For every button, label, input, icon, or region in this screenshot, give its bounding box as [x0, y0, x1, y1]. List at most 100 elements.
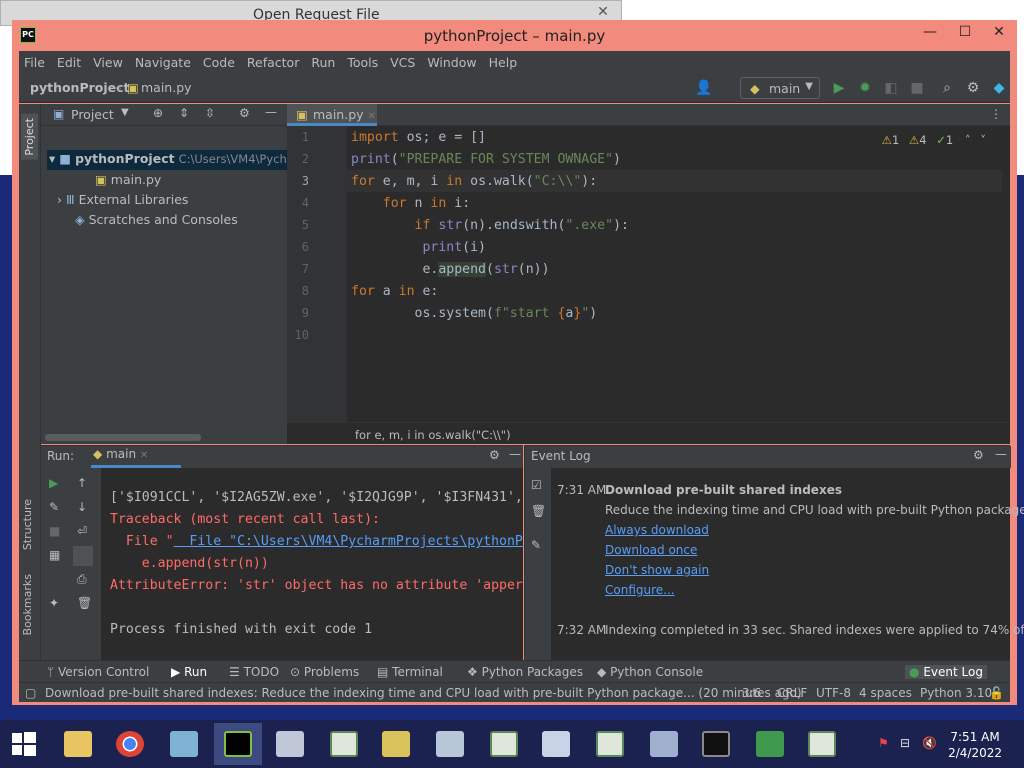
down-arrow-icon[interactable]: ↓	[77, 500, 87, 514]
menu-tools[interactable]: Tools	[347, 55, 378, 70]
line-separator[interactable]: CRLF	[777, 686, 807, 700]
bookmarks-tool-tab[interactable]: Bookmarks	[21, 574, 34, 635]
code-line-2[interactable]: print("PREPARE FOR SYSTEM OWNAGE")	[351, 152, 621, 167]
structure-tool-tab[interactable]: Structure	[21, 499, 34, 550]
code-line-7[interactable]: e.append(str(n))	[351, 262, 550, 277]
taskbar-app-4[interactable]	[746, 723, 794, 765]
tab-python-packages[interactable]: ❖ Python Packages	[467, 665, 583, 679]
breadcrumb-project[interactable]: pythonProject	[30, 80, 130, 95]
gear-icon[interactable]: ⚙	[239, 106, 250, 120]
soft-wrap-icon[interactable]: ⏎	[77, 524, 87, 538]
rerun-icon[interactable]: ▶	[49, 476, 58, 490]
layout-icon[interactable]: ▦	[49, 548, 60, 562]
minimize-button[interactable]: —	[915, 24, 945, 44]
close-button[interactable]: ✕	[984, 24, 1014, 44]
maximize-button[interactable]: ☐	[950, 24, 980, 44]
caret-position[interactable]: 3:6	[742, 686, 761, 700]
tab-main-py[interactable]: ▣ main.py ✕	[287, 104, 377, 126]
horizontal-scrollbar[interactable]	[45, 434, 201, 441]
status-message[interactable]: Download pre-built shared indexes: Reduc…	[45, 686, 802, 700]
taskbar-app-window-2[interactable]	[480, 723, 528, 765]
debug-icon[interactable]: ✹	[857, 80, 873, 96]
hide-icon[interactable]: —	[265, 105, 277, 119]
tree-item-external-libraries[interactable]: › Ⅲ External Libraries	[57, 192, 188, 207]
code-line-5[interactable]: if str(n).endswith(".exe"):	[351, 218, 629, 233]
menu-help[interactable]: Help	[489, 55, 518, 70]
gear-icon[interactable]: ⚙	[489, 448, 500, 462]
status-panel-icon[interactable]: ▢	[25, 686, 36, 700]
wrench-icon[interactable]: ✎	[49, 500, 59, 514]
chevron-down-icon[interactable]: ▼	[121, 107, 129, 118]
start-button[interactable]	[0, 723, 48, 765]
up-arrow-icon[interactable]: ↑	[77, 476, 87, 490]
taskbar-app-3[interactable]	[532, 723, 580, 765]
taskbar-app-window-1[interactable]	[320, 723, 368, 765]
stop-icon[interactable]: ■	[49, 524, 60, 538]
gear-icon[interactable]: ⚙	[973, 448, 984, 462]
trash-icon[interactable]: 🗑	[77, 596, 92, 610]
taskbar-cmd[interactable]	[692, 723, 740, 765]
coverage-icon[interactable]: ◧	[883, 80, 899, 96]
wrench-icon[interactable]: ✎	[531, 538, 541, 552]
always-download-link[interactable]: Always download	[605, 523, 709, 537]
project-panel-title[interactable]: Project	[71, 107, 114, 122]
taskbar-network[interactable]	[640, 723, 688, 765]
code-line-9[interactable]: os.system(f"start {a}")	[351, 306, 598, 321]
hide-icon[interactable]: —	[509, 447, 521, 461]
dont-show-again-link[interactable]: Don't show again	[605, 563, 709, 577]
taskbar-chrome[interactable]	[106, 723, 154, 765]
tab-event-log[interactable]: ● Event Log	[905, 665, 987, 679]
more-icon[interactable]: ⋮	[990, 107, 1002, 121]
lock-icon[interactable]: 🔓	[989, 686, 1004, 700]
project-tool-tab[interactable]: Project	[21, 114, 38, 160]
menu-view[interactable]: View	[93, 55, 123, 70]
tree-item-main-py[interactable]: ▣ main.py	[95, 172, 161, 187]
volume-muted-icon[interactable]: 🔇	[922, 736, 937, 750]
code-line-3[interactable]: for e, m, i in os.walk("C:\\"):	[351, 174, 597, 189]
toolbox-icon[interactable]: ◆	[991, 80, 1007, 96]
system-clock[interactable]: 7:51 AM 2/4/2022	[948, 729, 1002, 761]
python-interpreter[interactable]: Python 3.10	[920, 686, 992, 700]
taskbar-keys[interactable]	[372, 723, 420, 765]
chevron-up-icon[interactable]: ˄	[965, 133, 971, 147]
hide-icon[interactable]: —	[995, 447, 1007, 461]
user-icon[interactable]: 👤	[695, 80, 712, 96]
mark-read-icon[interactable]: ☑	[531, 478, 542, 492]
menu-navigate[interactable]: Navigate	[135, 55, 191, 70]
indent-setting[interactable]: 4 spaces	[859, 686, 912, 700]
search-icon[interactable]: ⌕	[939, 80, 955, 96]
code-line-8[interactable]: for a in e:	[351, 284, 438, 299]
taskbar-pycharm[interactable]	[214, 723, 262, 765]
taskbar-media[interactable]	[266, 723, 314, 765]
run-config-selector[interactable]: ◆ main ▼	[740, 77, 820, 99]
taskbar-app-window-3[interactable]	[586, 723, 634, 765]
inspection-widget[interactable]: ⚠1 ⚠4 ✓1 ˄ ˅	[882, 133, 986, 147]
taskbar-file-explorer[interactable]	[54, 723, 102, 765]
code-line-1[interactable]: import os; e = []	[351, 130, 486, 145]
scroll-to-end-icon[interactable]	[73, 546, 93, 566]
configure-link[interactable]: Configure...	[605, 583, 675, 597]
tab-version-control[interactable]: ᛘ Version Control	[47, 665, 149, 679]
stop-icon[interactable]: ■	[909, 80, 925, 96]
taskbar-app-window-4[interactable]	[798, 723, 846, 765]
tab-run[interactable]: ▶ Run	[171, 665, 207, 679]
locate-icon[interactable]: ⊕	[153, 106, 163, 120]
menu-refactor[interactable]: Refactor	[247, 55, 299, 70]
editor-breadcrumb[interactable]: for e, m, i in os.walk("C:\\")	[287, 422, 1010, 444]
menu-file[interactable]: File	[24, 55, 45, 70]
close-tab-icon[interactable]: ✕	[140, 450, 148, 461]
code-line-4[interactable]: for n in i:	[351, 196, 470, 211]
gear-icon[interactable]: ⚙	[965, 80, 981, 96]
code-line-6[interactable]: print(i)	[351, 240, 486, 255]
tab-problems[interactable]: ⊙ Problems	[290, 665, 359, 679]
tab-python-console[interactable]: ◆ Python Console	[597, 665, 703, 679]
expand-all-icon[interactable]: ⇕	[179, 106, 189, 120]
run-tab-main[interactable]: ◆ main ✕	[91, 447, 181, 468]
download-once-link[interactable]: Download once	[605, 543, 697, 557]
console-line[interactable]: File " File "C:\Users\VM4\PycharmProject…	[110, 534, 587, 549]
title-bar[interactable]: PC pythonProject – main.py — ☐ ✕	[12, 20, 1017, 50]
tree-item-scratches[interactable]: ◈ Scratches and Consoles	[75, 212, 238, 227]
network-tray-icon[interactable]: ⊟	[900, 736, 910, 750]
run-icon[interactable]: ▶	[831, 80, 847, 96]
tree-item-project-root[interactable]: ▾ ■ pythonProject C:\Users\VM4\Pycharm	[49, 151, 310, 166]
